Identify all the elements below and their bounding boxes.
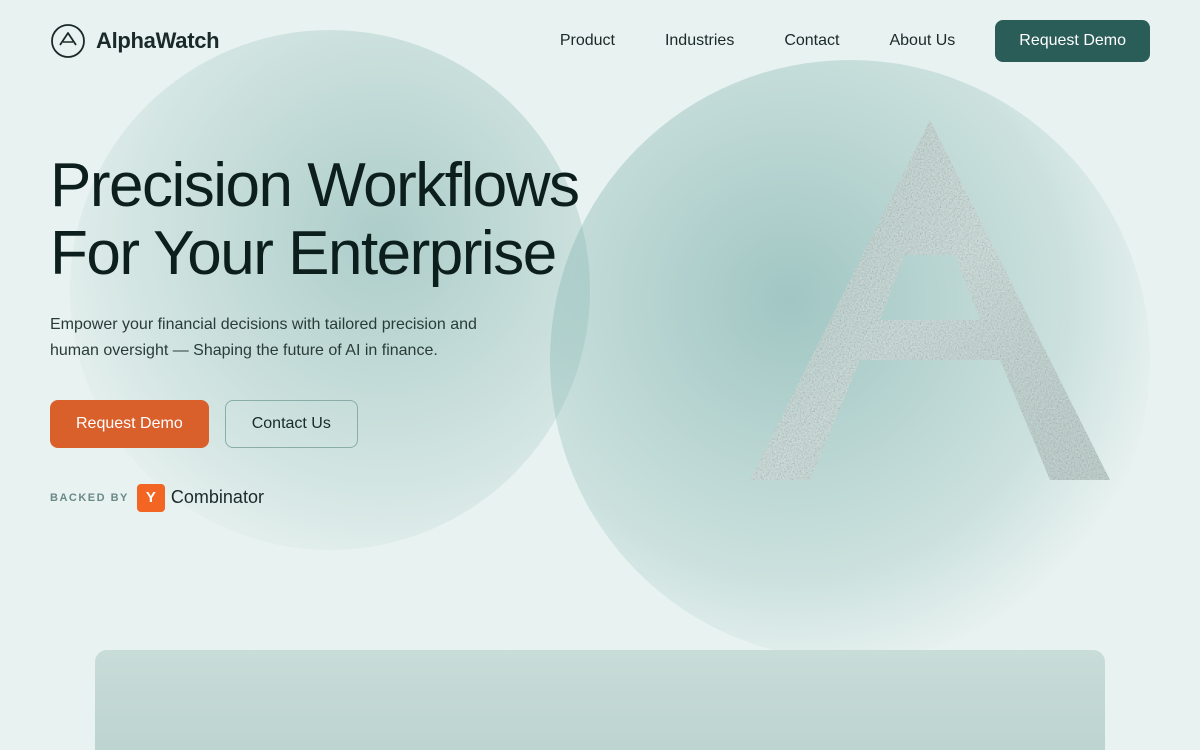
alpha-visual xyxy=(740,90,1120,510)
bottom-section xyxy=(95,650,1105,750)
hero-contact-us-button[interactable]: Contact Us xyxy=(225,400,358,448)
nav-about[interactable]: About Us xyxy=(869,24,975,58)
nav-request-demo-button[interactable]: Request Demo xyxy=(995,20,1150,62)
hero-title: Precision Workflows For Your Enterprise xyxy=(50,152,630,288)
hero-section: Precision Workflows For Your Enterprise … xyxy=(0,82,680,512)
yc-badge: Y Combinator xyxy=(137,484,264,512)
backed-by-label: BACKED BY xyxy=(50,492,129,504)
hero-title-line1: Precision Workflows xyxy=(50,151,579,220)
nav-contact[interactable]: Contact xyxy=(764,24,859,58)
alpha-logo-svg xyxy=(740,90,1120,510)
nav-links: Product Industries Contact About Us Requ… xyxy=(540,20,1150,62)
logo-link[interactable]: AlphaWatch xyxy=(50,23,219,59)
hero-buttons: Request Demo Contact Us xyxy=(50,400,630,448)
hero-request-demo-button[interactable]: Request Demo xyxy=(50,400,209,448)
hero-subtitle: Empower your financial decisions with ta… xyxy=(50,312,530,363)
nav-product[interactable]: Product xyxy=(540,24,635,58)
navbar: AlphaWatch Product Industries Contact Ab… xyxy=(0,0,1200,82)
nav-industries[interactable]: Industries xyxy=(645,24,754,58)
logo-text: AlphaWatch xyxy=(96,28,219,54)
hero-title-line2: For Your Enterprise xyxy=(50,219,556,288)
yc-logo: Y xyxy=(137,484,165,512)
yc-name: Combinator xyxy=(171,487,264,508)
backed-by-section: BACKED BY Y Combinator xyxy=(50,484,630,512)
logo-icon xyxy=(50,23,86,59)
